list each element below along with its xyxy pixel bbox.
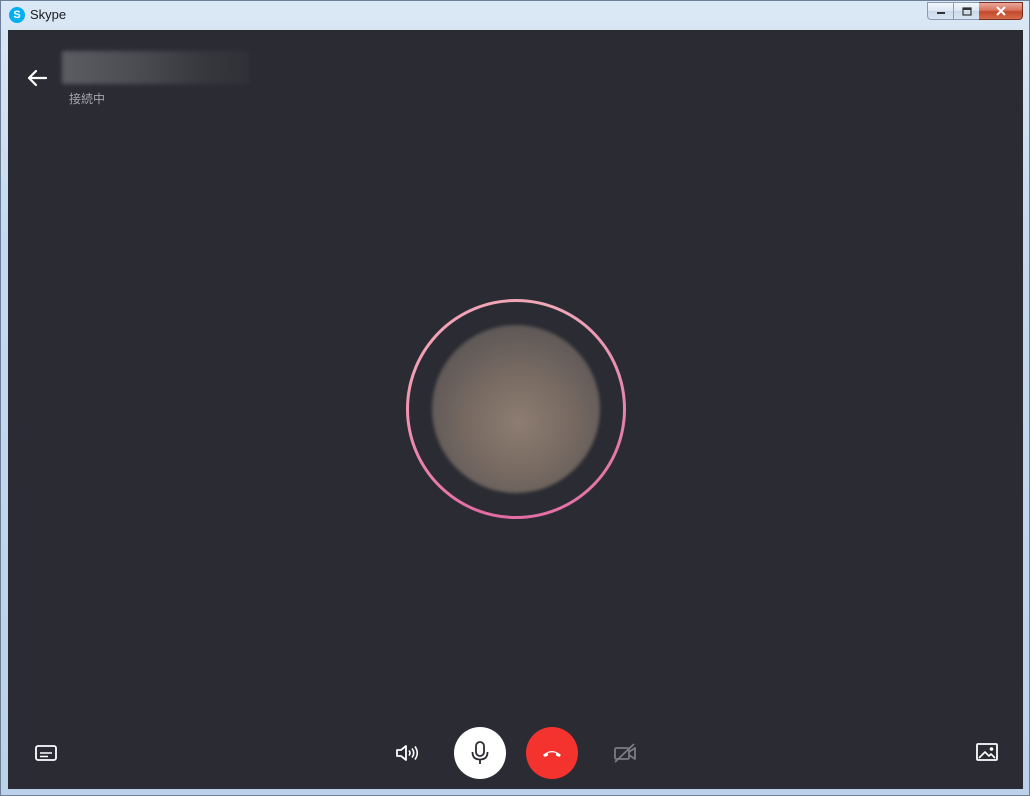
contact-avatar xyxy=(432,325,600,493)
video-button[interactable] xyxy=(610,738,640,768)
maximize-button[interactable] xyxy=(953,2,979,20)
speaker-button[interactable] xyxy=(392,738,422,768)
window-controls xyxy=(927,2,1023,20)
mute-button[interactable] xyxy=(454,727,506,779)
window-frame: S Skype 接続中 xyxy=(0,0,1030,796)
call-status: 接続中 xyxy=(69,92,106,106)
contact-name xyxy=(62,51,249,84)
avatar-ring-inner xyxy=(409,302,623,516)
close-icon xyxy=(995,6,1006,16)
chat-icon xyxy=(35,745,57,761)
restore-icon xyxy=(961,6,972,16)
call-screen: 接続中 xyxy=(8,30,1023,789)
hangup-button[interactable] xyxy=(526,727,578,779)
chat-button[interactable] xyxy=(32,739,60,767)
minimize-button[interactable] xyxy=(927,2,953,20)
gallery-button[interactable] xyxy=(974,739,1000,765)
speaker-icon xyxy=(396,745,419,761)
avatar-ring xyxy=(406,299,626,519)
close-button[interactable] xyxy=(979,2,1023,20)
gallery-icon xyxy=(976,743,998,761)
title-bar[interactable]: S Skype xyxy=(1,1,1029,30)
hangup-icon xyxy=(543,751,561,757)
video-off-icon xyxy=(614,743,636,763)
skype-logo-icon: S xyxy=(9,7,25,23)
minimize-icon xyxy=(936,12,945,14)
window-title: Skype xyxy=(30,7,67,22)
microphone-icon xyxy=(471,741,489,764)
back-button[interactable] xyxy=(26,66,50,90)
back-arrow-icon xyxy=(27,69,48,87)
